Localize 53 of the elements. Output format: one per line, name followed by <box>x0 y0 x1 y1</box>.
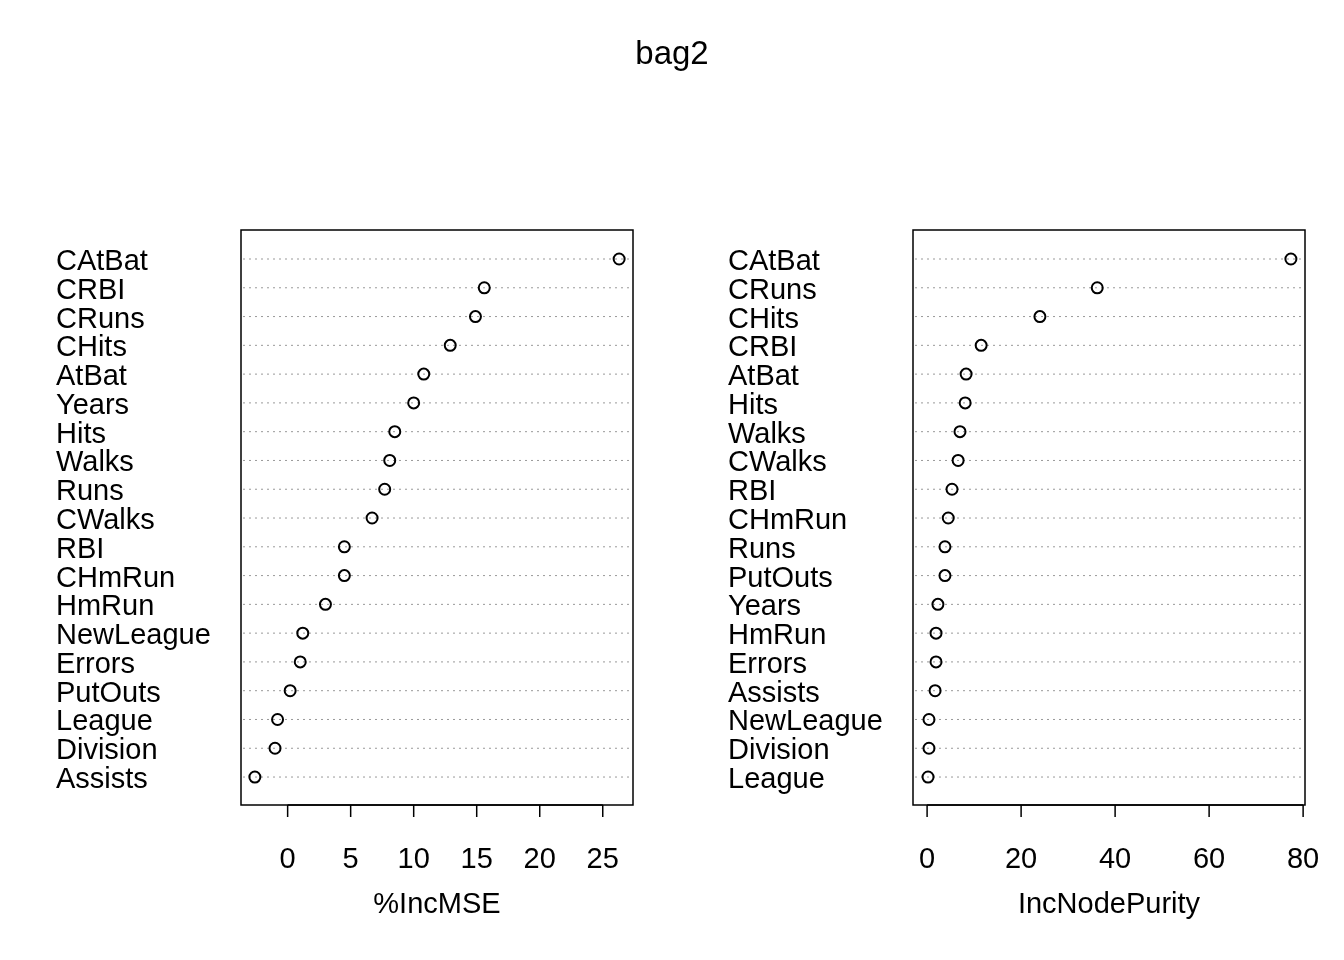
data-point <box>271 713 285 726</box>
data-point <box>938 569 952 583</box>
data-point <box>388 425 402 439</box>
tick-label: 0 <box>919 842 936 874</box>
data-point <box>468 310 482 324</box>
data-point <box>365 511 379 525</box>
tick-label: 5 <box>342 842 359 874</box>
data-point <box>337 569 351 583</box>
data-point <box>612 252 626 266</box>
data-point <box>248 770 262 784</box>
data-point <box>922 713 936 726</box>
data-point <box>938 540 952 554</box>
data-point <box>929 626 943 640</box>
tick-label: 20 <box>1004 842 1038 874</box>
tick-label: 15 <box>460 842 493 874</box>
data-point <box>941 511 955 525</box>
data-point <box>951 453 965 467</box>
data-point <box>296 626 310 640</box>
data-point <box>417 367 431 381</box>
data-point <box>443 338 457 352</box>
tick-label: 10 <box>397 842 430 874</box>
data-point <box>1033 310 1047 324</box>
data-point <box>921 770 935 784</box>
data-point <box>1284 252 1298 266</box>
data-point <box>958 396 972 410</box>
data-point <box>922 741 936 755</box>
data-point <box>931 597 945 611</box>
data-point <box>318 597 332 611</box>
tick-label: 0 <box>279 842 296 874</box>
data-point <box>268 741 282 755</box>
axis-title: IncNodePurity <box>1017 887 1201 919</box>
axis-title: %IncMSE <box>373 887 501 919</box>
data-point <box>283 684 297 698</box>
tick-label: 40 <box>1099 842 1132 874</box>
data-point <box>945 482 959 496</box>
data-point <box>378 482 392 496</box>
variable-label: Assists <box>56 762 148 795</box>
data-point <box>383 453 397 467</box>
tick-label: 25 <box>586 842 619 874</box>
data-point <box>928 684 942 698</box>
data-point <box>953 425 967 439</box>
data-point <box>959 367 973 381</box>
tick-label: 60 <box>1193 842 1226 874</box>
data-point <box>929 655 943 669</box>
tick-label: 20 <box>523 842 556 874</box>
data-point <box>337 540 351 554</box>
chart-title: bag2 <box>635 36 709 69</box>
tick-label: 80 <box>1287 842 1320 874</box>
data-point <box>407 396 421 410</box>
data-point <box>293 655 307 669</box>
data-point <box>974 338 988 352</box>
data-point <box>477 281 491 295</box>
data-point <box>1090 281 1104 295</box>
